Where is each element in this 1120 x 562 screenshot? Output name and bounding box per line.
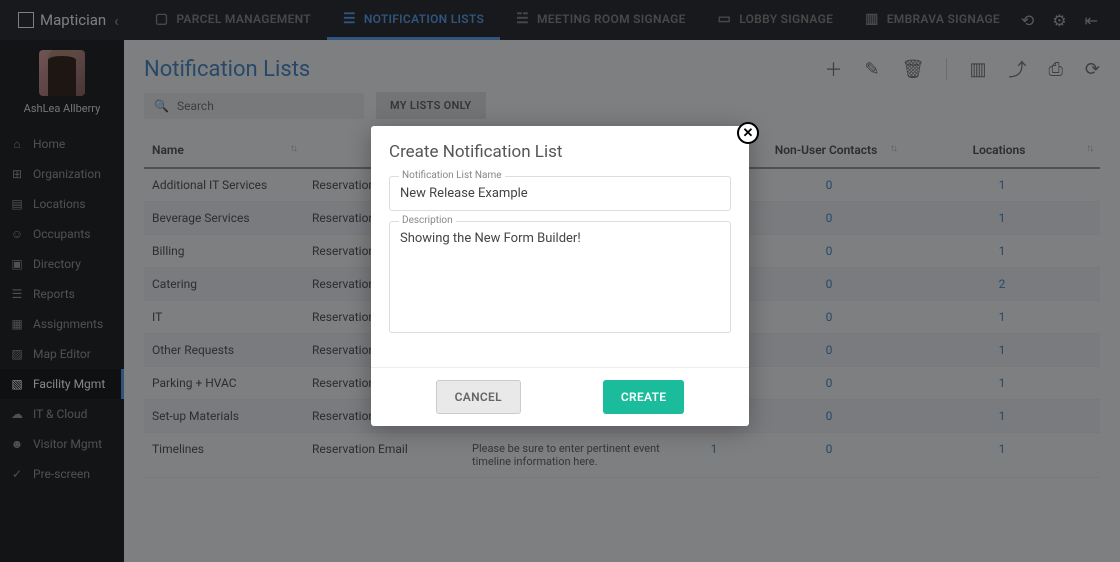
modal-body: Create Notification List Notification Li… [371,126,749,367]
cancel-button[interactable]: CANCEL [436,380,521,414]
create-button[interactable]: CREATE [603,380,684,414]
desc-label: Description [399,215,456,226]
description-input[interactable] [389,221,731,333]
close-icon[interactable]: ✕ [737,122,759,144]
field-description: Description [389,221,731,337]
notification-list-name-input[interactable] [389,176,731,211]
field-name: Notification List Name [389,176,731,211]
name-label: Notification List Name [399,170,505,181]
create-notification-list-modal: ✕ Create Notification List Notification … [371,126,749,426]
modal-title: Create Notification List [389,142,731,162]
modal-footer: CANCEL CREATE [371,367,749,426]
